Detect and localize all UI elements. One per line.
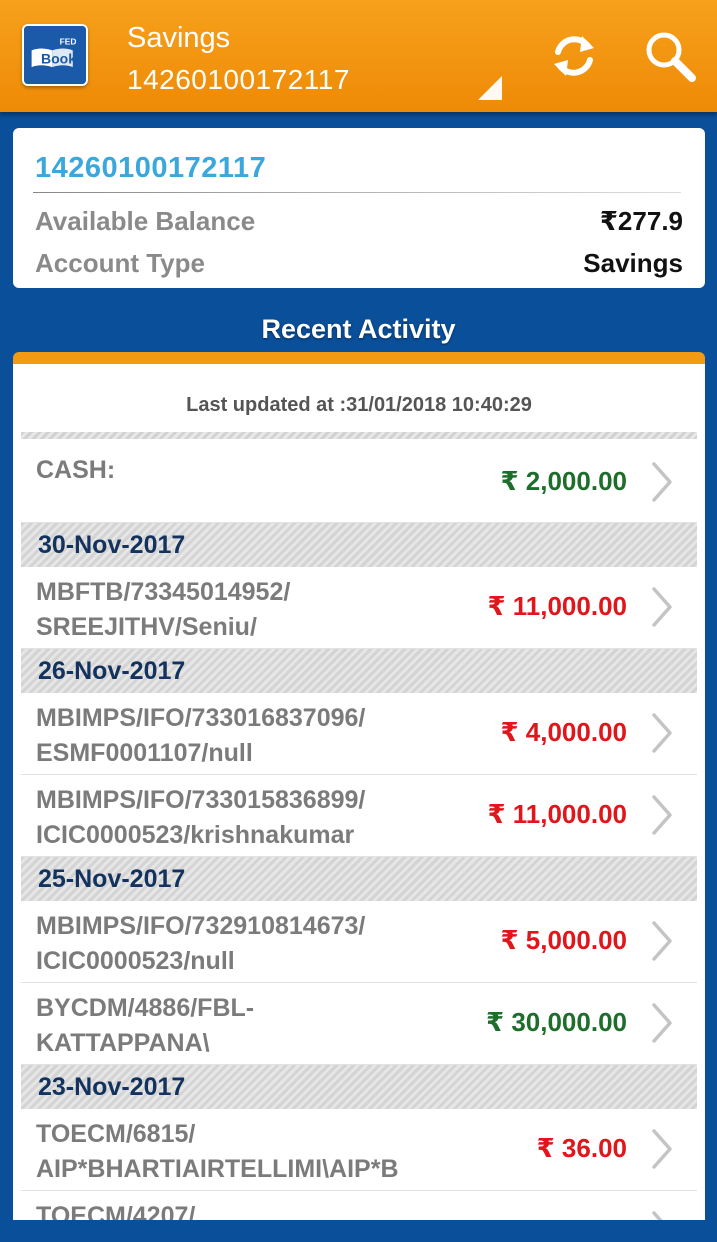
transaction-description: MBIMPS/IFO/733015836899/ (36, 786, 366, 814)
transaction-amount: ₹ 4,000.00 (500, 717, 627, 747)
account-number: 14260100172117 (35, 152, 267, 184)
transaction-description: AIP*BHARTIAIRTELLIMI\AIP*B (36, 1155, 399, 1183)
date-header: 26-Nov-2017 (21, 649, 697, 693)
transaction-description: MBFTB/73345014952/ (36, 578, 291, 606)
divider (21, 432, 697, 439)
transaction-amount: ₹ 30,000.00 (486, 1007, 627, 1037)
transaction-amount: ₹ 5,000.00 (500, 925, 627, 955)
chevron-right-icon[interactable] (651, 1211, 673, 1220)
recent-activity-panel: Last updated at :31/01/2018 10:40:29 CAS… (13, 352, 705, 1220)
transaction-amount: ₹ 2,000.00 (500, 466, 627, 496)
transaction-description: CASH: (36, 456, 116, 484)
transaction-description: MBIMPS/IFO/733016837096/ (36, 704, 366, 732)
fedbook-logo: FED Book (22, 24, 88, 86)
account-type-row: Account Type Savings (35, 246, 683, 280)
svg-text:FED: FED (60, 37, 77, 47)
transaction-row[interactable]: TOECM/6815/AIP*BHARTIAIRTELLIMI\AIP*B ₹ 3… (21, 1109, 697, 1191)
account-summary-card: 14260100172117 Available Balance ₹277.9 … (13, 128, 705, 288)
transaction-description: MBIMPS/IFO/732910814673/ (36, 912, 366, 940)
recent-activity-title: Recent Activity (261, 314, 456, 344)
transaction-row[interactable]: MBFTB/73345014952/SREEJITHV/Seniu/ ₹ 11,0… (21, 567, 697, 649)
transaction-row[interactable]: CASH: ₹ 2,000.00 (21, 439, 697, 523)
transaction-row[interactable]: MBIMPS/IFO/733016837096/ESMF0001107/null… (21, 693, 697, 775)
transaction-description: ICIC0000523/null (36, 947, 235, 975)
account-type-value: Savings (583, 247, 683, 278)
transaction-description: SREEJITHV/Seniu/ (36, 613, 257, 641)
chevron-right-icon[interactable] (651, 1003, 673, 1043)
available-balance-value: ₹277.9 (599, 205, 683, 236)
transaction-description: TOECM/4207/ (36, 1202, 196, 1220)
refresh-icon[interactable] (546, 28, 602, 84)
svg-text:Book: Book (41, 50, 76, 66)
date-header: 25-Nov-2017 (21, 857, 697, 901)
available-balance-label: Available Balance (35, 205, 256, 236)
date-header: 23-Nov-2017 (21, 1065, 697, 1109)
divider (33, 192, 681, 193)
chevron-right-icon[interactable] (651, 795, 673, 835)
search-icon[interactable] (642, 28, 698, 84)
account-dropdown-icon[interactable] (478, 76, 502, 100)
account-type-label: Account Type (35, 247, 205, 278)
transaction-list[interactable]: CASH: ₹ 2,000.00 30-Nov-2017 MBFTB/73345014… (21, 439, 697, 1220)
chevron-right-icon[interactable] (651, 462, 673, 502)
transaction-amount: ₹ 60.00 (537, 1215, 627, 1220)
transaction-amount: ₹ 36.00 (536, 1133, 627, 1163)
transaction-description: KATTAPPANA\ (36, 1029, 210, 1057)
transaction-row[interactable]: TOECM/4207/ ₹ 60.00 (21, 1191, 697, 1220)
app-header: FED Book Savings 14260100172117 (0, 0, 717, 112)
transaction-row[interactable]: BYCDM/4886/FBL- KATTAPPANA\ ₹ 30,000.00 (21, 983, 697, 1065)
chevron-right-icon[interactable] (651, 921, 673, 961)
header-account-number[interactable]: 14260100172117 (127, 64, 350, 96)
transaction-amount: ₹ 11,000.00 (487, 591, 627, 621)
chevron-right-icon[interactable] (651, 1129, 673, 1169)
transaction-row[interactable]: MBIMPS/IFO/733015836899/ICIC0000523/kris… (21, 775, 697, 857)
account-type-title: Savings (127, 22, 231, 54)
chevron-right-icon[interactable] (651, 713, 673, 753)
chevron-right-icon[interactable] (651, 587, 673, 627)
date-header: 30-Nov-2017 (21, 523, 697, 567)
transaction-description: ESMF0001107/null (36, 739, 253, 767)
transaction-description: ICIC0000523/krishnakumar (36, 821, 355, 849)
available-balance-row: Available Balance ₹277.9 (35, 204, 683, 238)
last-updated-text: Last updated at :31/01/2018 10:40:29 (186, 394, 532, 416)
transaction-description: TOECM/6815/ (36, 1120, 196, 1148)
transaction-amount: ₹ 11,000.00 (487, 799, 627, 829)
transaction-row[interactable]: MBIMPS/IFO/732910814673/ICIC0000523/null… (21, 901, 697, 983)
transaction-description: BYCDM/4886/FBL- (36, 994, 255, 1022)
